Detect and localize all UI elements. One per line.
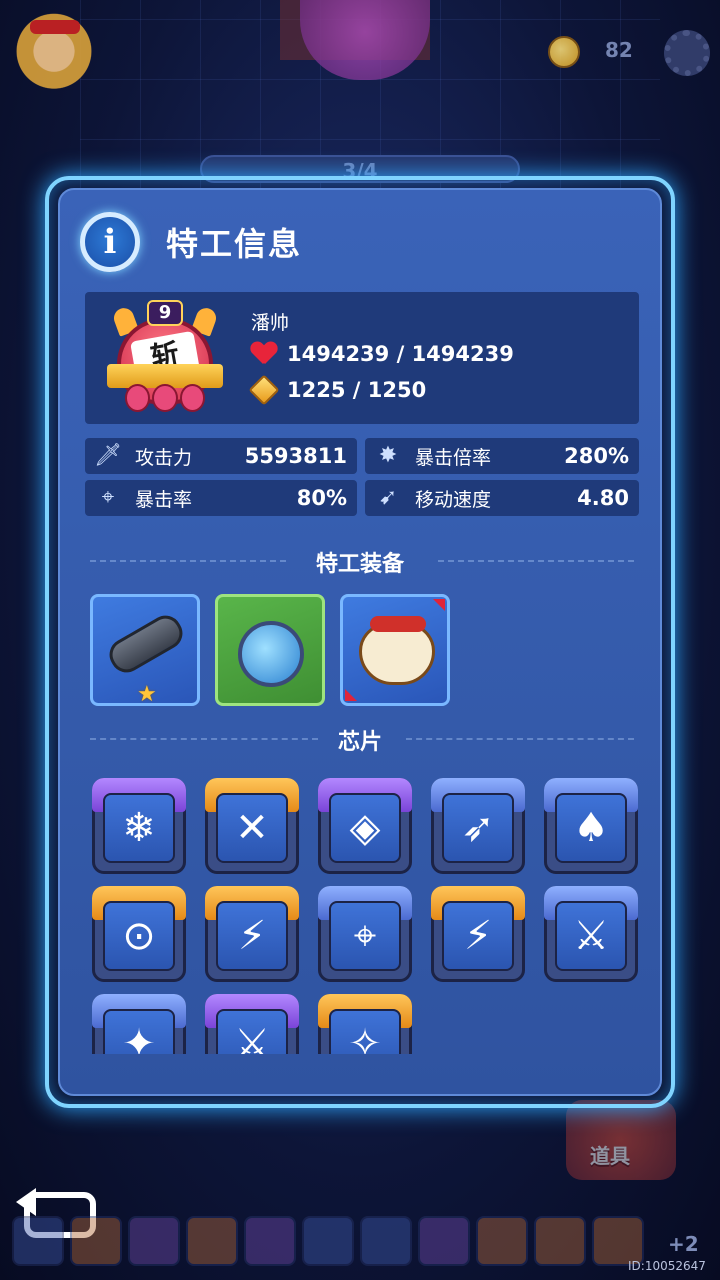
item-button-label: 道具 xyxy=(590,1144,630,1168)
heart-icon xyxy=(251,342,277,366)
stat-crit-multiplier: ✸ 暴击倍率 280% xyxy=(365,438,639,474)
stat-value: 80% xyxy=(296,486,347,510)
mini-chip[interactable] xyxy=(244,1216,296,1266)
gem-icon xyxy=(248,374,280,406)
mini-chip[interactable] xyxy=(418,1216,470,1266)
target-box-icon: ⊙ xyxy=(103,901,175,971)
octagon-sword-icon: ✧ xyxy=(329,1009,401,1054)
stat-attack: 🗡 攻击力 5593811 xyxy=(85,438,357,474)
corner-marker xyxy=(345,689,357,701)
stat-label: 移动速度 xyxy=(415,488,492,511)
rocket-icon: ♠ xyxy=(555,793,627,863)
chip-slot[interactable]: ✕ xyxy=(205,778,299,874)
hp-row: 1494239 / 1494239 xyxy=(251,342,514,366)
modal-header: i 特工信息 xyxy=(80,210,302,274)
hero-avatar[interactable] xyxy=(12,8,96,104)
equipment-slot-bomb[interactable] xyxy=(215,594,325,706)
cross-swords-icon: ✕ xyxy=(216,793,288,863)
coin-count: 82 xyxy=(605,38,633,62)
mini-chip[interactable] xyxy=(476,1216,528,1266)
agent-name: 潘帅 xyxy=(251,312,290,334)
modal-title: 特工信息 xyxy=(166,225,303,263)
chip-slot[interactable]: ⚡ xyxy=(205,886,299,982)
stat-move-speed: ➹ 移动速度 4.80 xyxy=(365,480,639,516)
chip-slot[interactable]: ❄ xyxy=(92,778,186,874)
sword-burst-icon: ⚔ xyxy=(216,1009,288,1054)
equipped-chips-bar xyxy=(12,1216,672,1270)
boot-icon: ➹ xyxy=(378,485,398,510)
mini-chip[interactable] xyxy=(128,1216,180,1266)
hp-value: 1494239 / 1494239 xyxy=(287,342,514,366)
sword-icon: 🗡 xyxy=(94,443,122,468)
chip-slot[interactable]: ➶ xyxy=(431,778,525,874)
mini-chip[interactable] xyxy=(70,1216,122,1266)
more-chips-count: +2 xyxy=(668,1232,699,1256)
bell-bag-icon xyxy=(359,616,435,685)
divider xyxy=(90,560,286,562)
stat-value: 4.80 xyxy=(577,486,629,510)
equipment-title: 特工装备 xyxy=(315,552,404,577)
lightning-frame-icon: ⚡ xyxy=(442,901,514,971)
energy-value: 1225 / 1250 xyxy=(287,378,427,402)
coin-icon xyxy=(548,36,580,68)
dash-strike-icon: ➶ xyxy=(442,793,514,863)
stat-label: 暴击率 xyxy=(135,488,193,511)
agent-info-modal: i 特工信息 9 斩 潘帅 1494239 / 1494239 1225 / 1… xyxy=(58,188,662,1096)
energy-row: 1225 / 1250 xyxy=(248,374,427,406)
divider xyxy=(406,738,634,740)
divider xyxy=(90,738,318,740)
stat-value: 280% xyxy=(564,444,629,468)
item-button[interactable]: 道具 xyxy=(566,1100,676,1180)
mini-chip[interactable] xyxy=(360,1216,412,1266)
player-id: ID:10052647 xyxy=(628,1259,706,1273)
target-base-icon: ⌖ xyxy=(329,901,401,971)
corner-marker xyxy=(433,599,445,611)
stat-label: 暴击倍率 xyxy=(415,446,492,469)
mini-chip[interactable] xyxy=(186,1216,238,1266)
info-icon: i xyxy=(80,212,140,272)
agent-card: 9 斩 潘帅 1494239 / 1494239 1225 / 1250 xyxy=(85,292,639,424)
cannon-icon xyxy=(103,609,189,679)
emblem-level-badge: 9 xyxy=(147,300,183,326)
chip-slot[interactable]: ◈ xyxy=(318,778,412,874)
crosshair-icon: ⌖ xyxy=(101,485,115,510)
chips-title: 芯片 xyxy=(337,730,382,755)
chip-slot[interactable]: ⚔ xyxy=(205,994,299,1054)
mini-chip[interactable] xyxy=(302,1216,354,1266)
emblem-faces xyxy=(125,384,205,412)
burst-icon: ✸ xyxy=(378,443,398,468)
sword-slash-icon: ⚔ xyxy=(555,901,627,971)
chip-slot[interactable]: ⊙ xyxy=(92,886,186,982)
chip-slot[interactable]: ♠ xyxy=(544,778,638,874)
mini-chip[interactable] xyxy=(534,1216,586,1266)
star-icon: ★ xyxy=(137,682,157,707)
agent-emblem[interactable]: 9 斩 xyxy=(107,300,223,416)
chip-slot[interactable]: ✧ xyxy=(318,994,412,1054)
lightning-octagon-icon: ⚡ xyxy=(216,901,288,971)
lightning-shield-icon: ✦ xyxy=(103,1009,175,1054)
stat-crit-rate: ⌖ 暴击率 80% xyxy=(85,480,357,516)
chip-slot[interactable]: ⚔ xyxy=(544,886,638,982)
bomb-icon xyxy=(238,621,304,687)
chip-grid: ❄ ✕ ◈ ➶ ♠ ⊙ ⚡ ⌖ ⚡ ⚔ ✦ ⚔ ✧ xyxy=(60,770,660,1054)
equipment-slot-bell-bag[interactable] xyxy=(340,594,450,706)
stat-label: 攻击力 xyxy=(135,446,193,469)
chip-slot[interactable]: ⌖ xyxy=(318,886,412,982)
settings-gear-icon[interactable] xyxy=(664,30,710,76)
divider xyxy=(438,560,634,562)
chip-slot[interactable]: ✦ xyxy=(92,994,186,1054)
mini-chip[interactable] xyxy=(12,1216,64,1266)
equipment-slot-cannon[interactable]: ★ xyxy=(90,594,200,707)
snowflake-icon: ❄ xyxy=(103,793,175,863)
octagon-shield-icon: ◈ xyxy=(329,793,401,863)
chip-slot[interactable]: ⚡ xyxy=(431,886,525,982)
stat-value: 5593811 xyxy=(244,444,347,468)
